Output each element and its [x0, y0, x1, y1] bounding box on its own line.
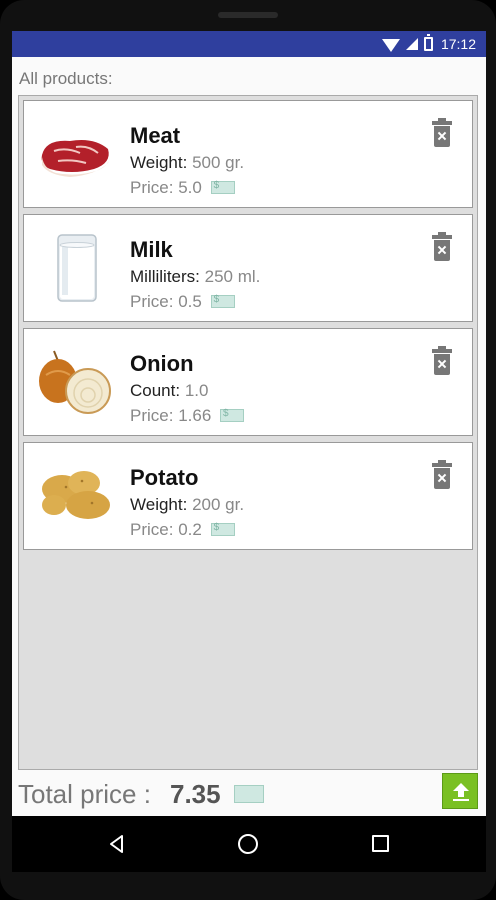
delete-button[interactable] — [432, 460, 452, 489]
delete-button[interactable] — [432, 346, 452, 375]
product-attribute: Weight: 500 gr. — [130, 153, 244, 173]
attribute-value: 500 gr. — [192, 153, 245, 172]
milk-icon — [57, 234, 97, 302]
attribute-value: 200 gr. — [192, 495, 245, 514]
attribute-value: 250 ml. — [204, 267, 261, 286]
attribute-label: Count: — [130, 381, 181, 400]
money-icon — [210, 294, 235, 309]
total-price-label: Total price : — [18, 779, 151, 809]
onion-icon — [39, 350, 111, 414]
speaker-grille — [218, 12, 278, 18]
price-value: 0.2 — [178, 520, 202, 539]
product-attribute: Weight: 200 gr. — [130, 495, 244, 515]
status-time: 17:12 — [440, 36, 476, 52]
product-card-milk[interactable]: Milk Milliliters: 250 ml. Price: 0.5 — [23, 214, 473, 322]
product-attribute: Milliliters: 250 ml. — [130, 267, 260, 287]
section-label: All products: — [19, 69, 113, 88]
money-icon — [210, 522, 235, 537]
battery-icon — [423, 34, 433, 51]
product-list[interactable]: Meat Weight: 500 gr. Price: 5.0 $ Milk M… — [18, 95, 478, 770]
price-label: Price: — [130, 292, 174, 311]
product-attribute: Count: 1.0 — [130, 381, 208, 401]
meat-icon — [41, 140, 110, 177]
price-value: 5.0 — [178, 178, 202, 197]
attribute-label: Weight: — [130, 495, 188, 514]
trash-icon — [432, 118, 452, 125]
price-label: Price: — [130, 406, 174, 425]
price-value: 1.66 — [178, 406, 212, 425]
money-icon — [234, 785, 264, 803]
product-card-meat[interactable]: Meat Weight: 500 gr. Price: 5.0 — [23, 100, 473, 208]
upload-button[interactable] — [442, 773, 478, 809]
product-name: Onion — [130, 351, 194, 376]
system-nav-bar — [12, 816, 486, 872]
trash-icon — [432, 232, 452, 239]
price-value: 0.5 — [178, 292, 202, 311]
product-price: Price: 1.66 — [130, 406, 245, 426]
delete-button[interactable] — [432, 232, 452, 261]
total-price-value: 7.35 — [170, 779, 221, 809]
wifi-icon — [381, 38, 400, 52]
price-label: Price: — [130, 178, 174, 197]
upload-icon — [453, 783, 469, 801]
product-card-potato[interactable]: Potato Weight: 200 gr. Price: 0.2 — [23, 442, 473, 550]
potato-icon — [42, 471, 110, 519]
delete-button[interactable] — [432, 118, 452, 147]
product-name: Milk — [130, 237, 173, 262]
product-price: Price: 0.2 — [130, 520, 235, 540]
device-frame: 17:12 All products: Meat Weight: 500 gr.… — [0, 0, 496, 900]
product-price: Price: 5.0 — [130, 178, 235, 198]
product-name: Meat — [130, 123, 181, 148]
product-card-onion[interactable]: Onion Count: 1.0 Price: 1.66 — [23, 328, 473, 436]
recent-apps-icon[interactable] — [372, 835, 389, 852]
attribute-value: 1.0 — [184, 381, 209, 400]
signal-icon — [405, 38, 418, 50]
total-bar: Total price : 7.35 — [12, 771, 486, 816]
trash-icon — [432, 346, 452, 353]
money-icon — [220, 408, 245, 423]
app-screen: 17:12 All products: Meat Weight: 500 gr.… — [12, 31, 486, 816]
status-bar: 17:12 — [12, 31, 486, 57]
product-name: Potato — [130, 465, 199, 490]
attribute-label: Milliliters: — [130, 267, 200, 286]
attribute-label: Weight: — [130, 153, 188, 172]
back-icon[interactable] — [107, 834, 127, 854]
trash-icon — [432, 460, 452, 467]
product-price: Price: 0.5 — [130, 292, 235, 312]
home-icon[interactable] — [238, 834, 258, 854]
money-icon — [210, 180, 235, 195]
price-label: Price: — [130, 520, 174, 539]
